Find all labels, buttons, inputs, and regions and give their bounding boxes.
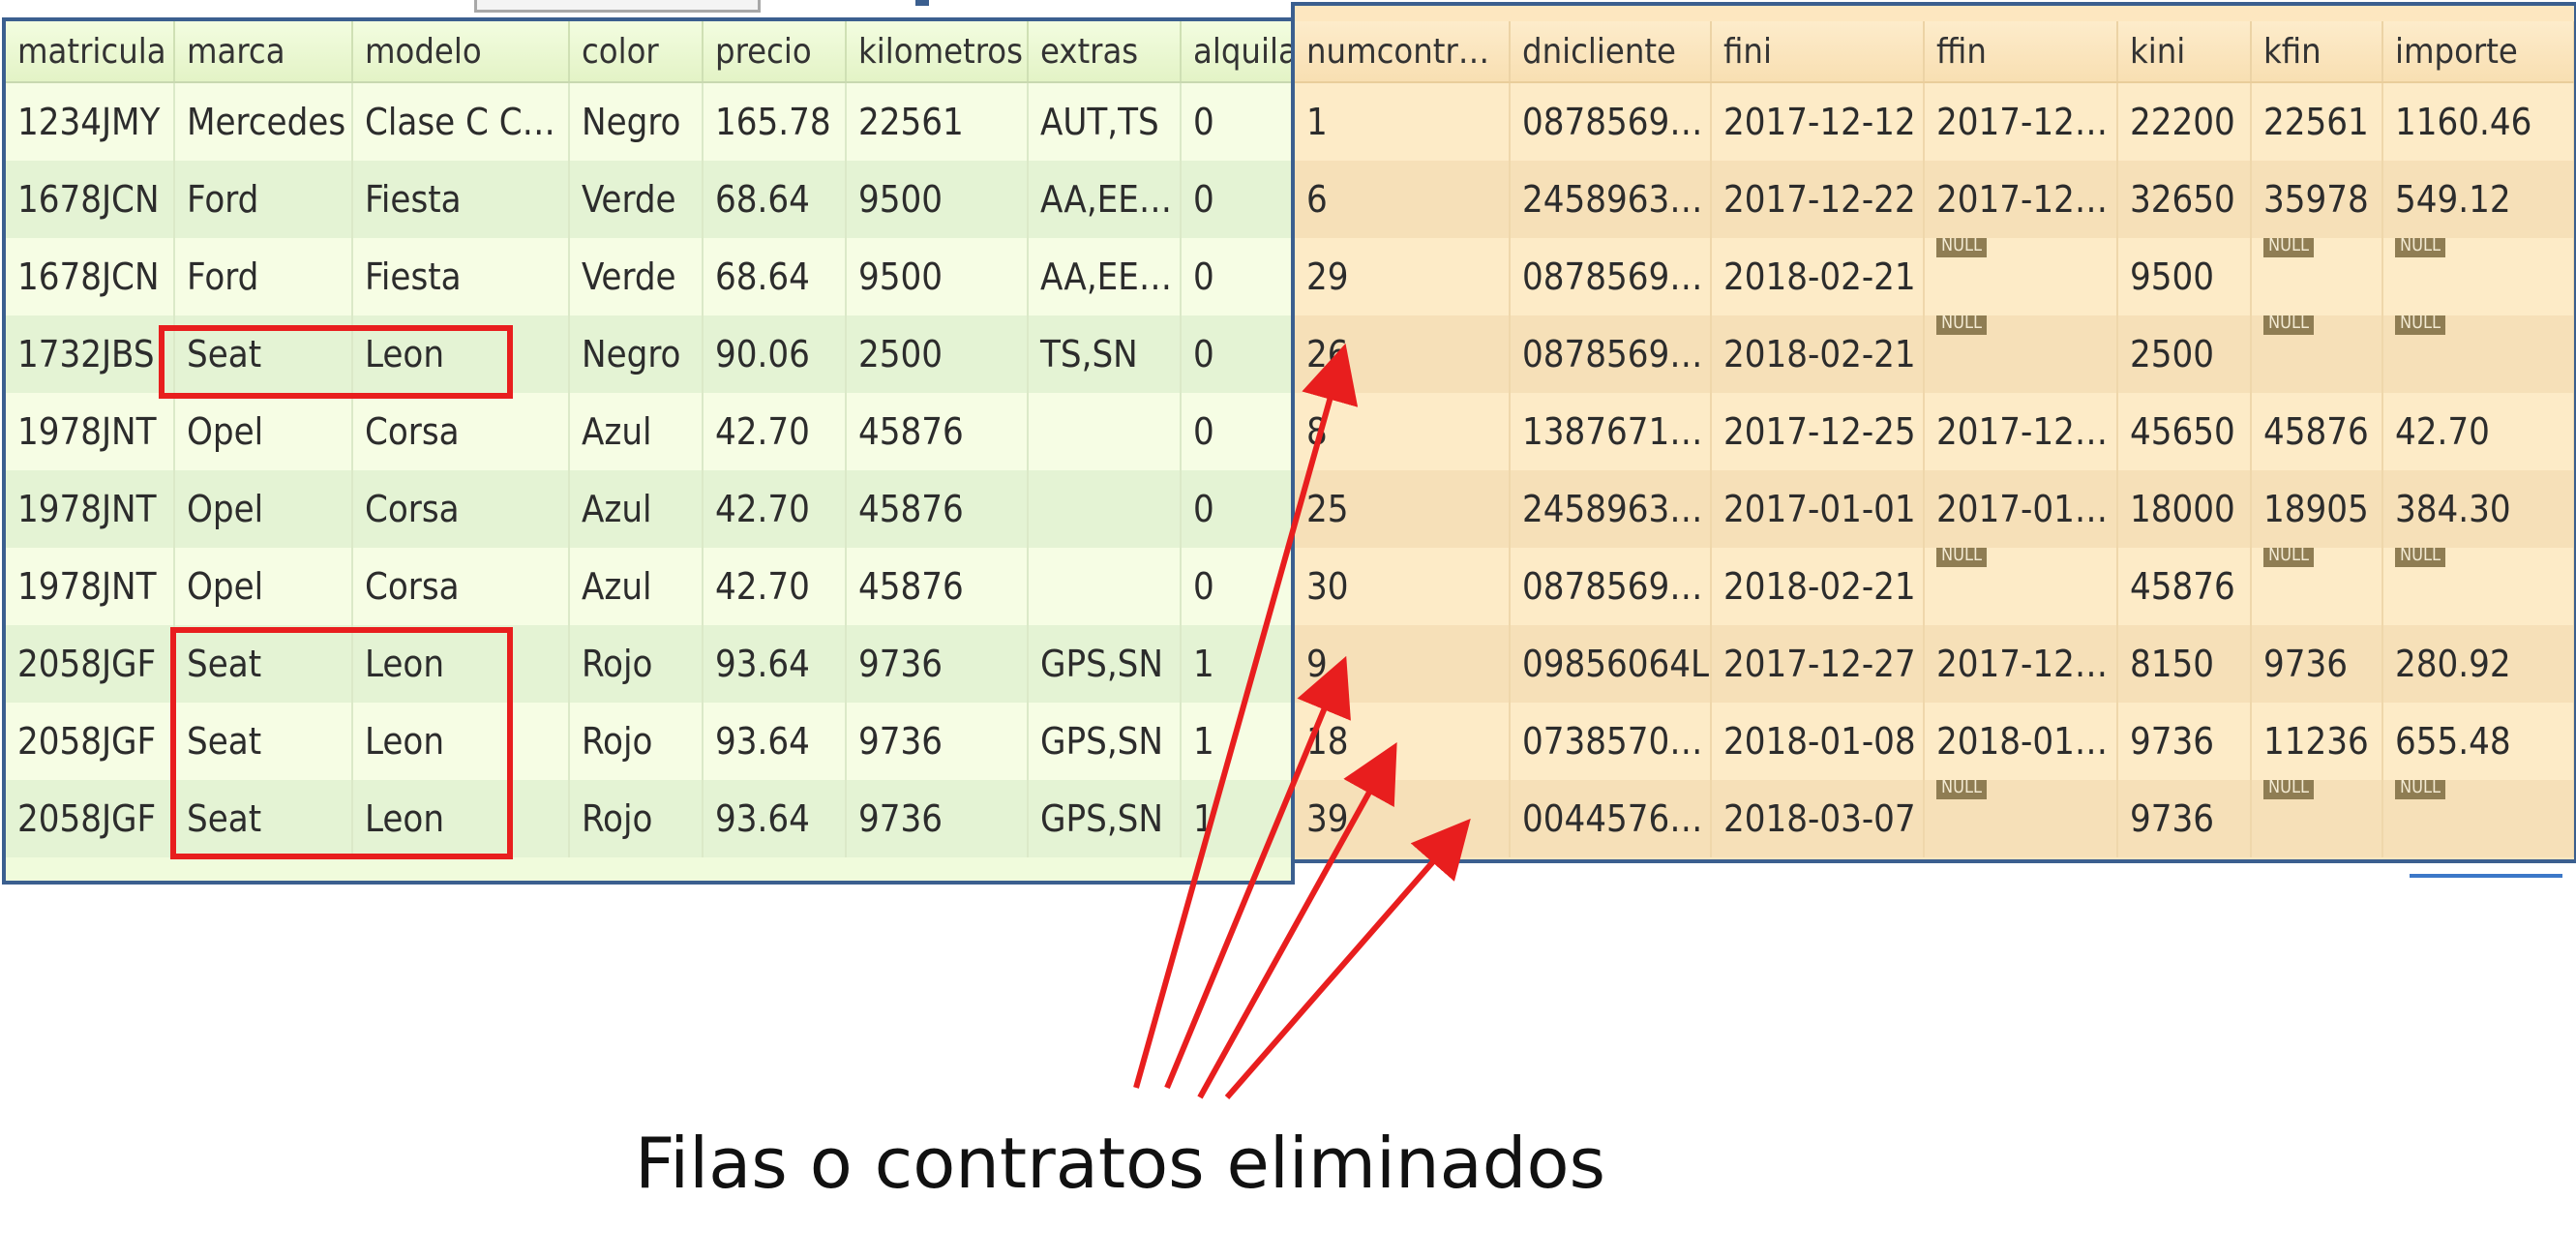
arrows-layer <box>1133 343 1471 1099</box>
caption: Filas o contratos eliminados <box>635 1123 1606 1204</box>
arrow-to-row-39 <box>1224 818 1471 1099</box>
arrow-to-row-26 <box>1133 343 1359 1089</box>
arrow-to-row-18 <box>1197 742 1397 1099</box>
